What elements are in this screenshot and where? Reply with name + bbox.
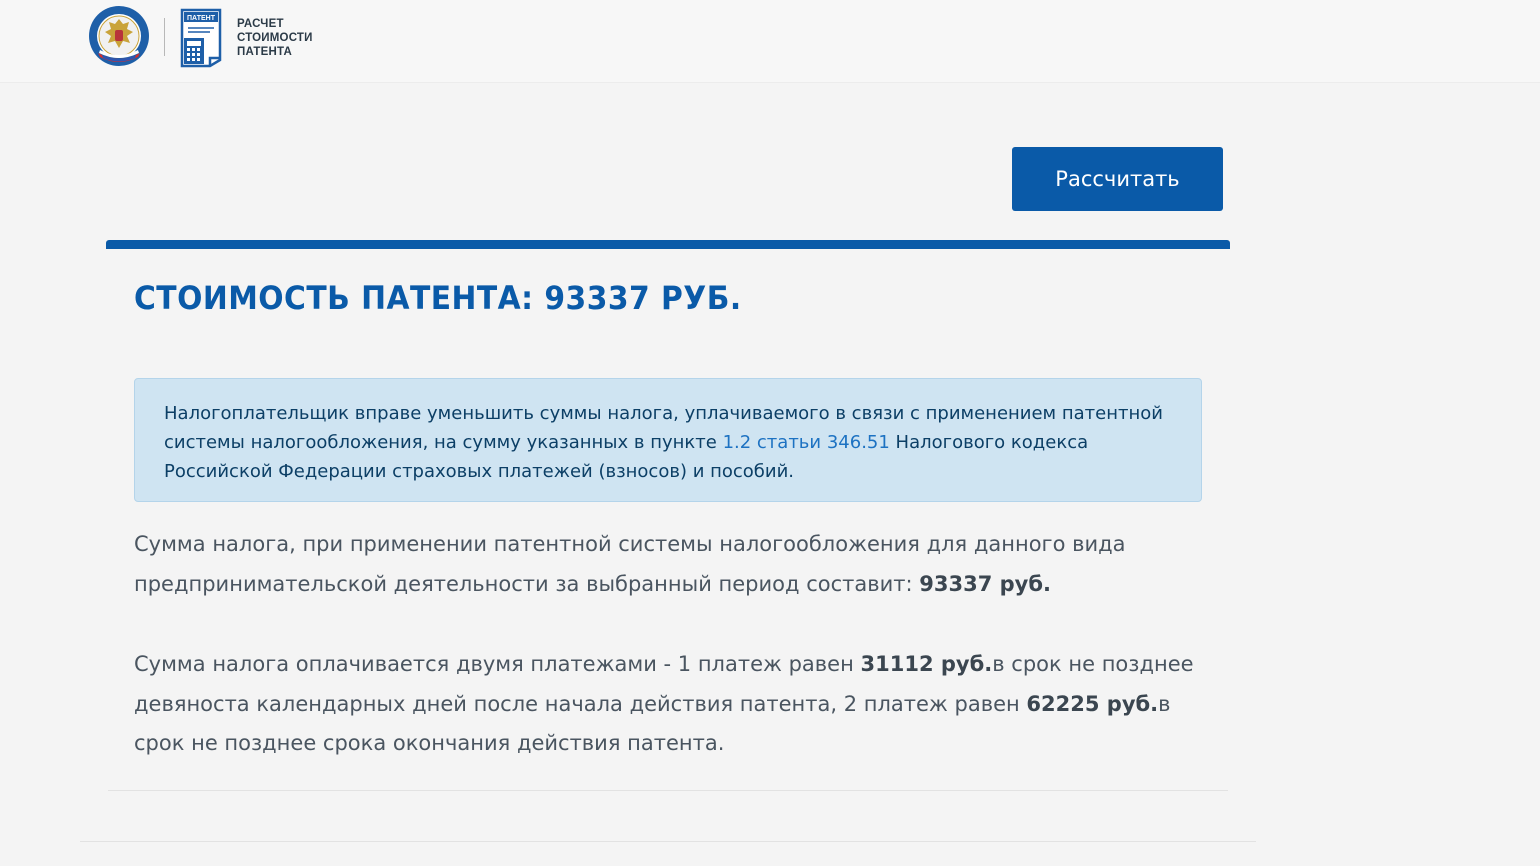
logo-divider bbox=[164, 18, 165, 56]
logo-text-line: РАСЧЕТ bbox=[237, 18, 284, 30]
logo-title[interactable]: РАСЧЕТ СТОИМОСТИ ПАТЕНТА bbox=[237, 17, 313, 59]
result-title: СТОИМОСТЬ ПАТЕНТА: 93337 РУБ. bbox=[134, 279, 742, 317]
payment-2-amount: 62225 руб. bbox=[1026, 691, 1159, 716]
tax-sum-paragraph: Сумма налога, при применении патентной с… bbox=[134, 525, 1214, 604]
tax-code-article-link[interactable]: 1.2 статьи 346.51 bbox=[723, 432, 890, 453]
payment-1-amount: 31112 руб. bbox=[860, 652, 993, 676]
patent-badge: ПАТЕНТ bbox=[187, 15, 216, 22]
logo-text-line: ПАТЕНТА bbox=[237, 46, 293, 58]
logo-text-line: СТОИМОСТИ bbox=[237, 32, 313, 44]
site-header: ПАТЕНТ РАСЧЕТ СТОИМОСТИ ПАТЕНТА bbox=[0, 0, 1540, 83]
content-divider bbox=[80, 841, 1256, 842]
fns-emblem-icon[interactable] bbox=[88, 5, 150, 67]
payment-schedule-paragraph: Сумма налога оплачивается двумя платежам… bbox=[134, 645, 1214, 764]
result-divider bbox=[108, 790, 1228, 791]
info-notice: Налогоплательщик вправе уменьшить суммы … bbox=[134, 378, 1202, 502]
result-top-bar bbox=[106, 240, 1230, 249]
tax-sum-amount: 93337 руб. bbox=[919, 571, 1051, 596]
calculate-button[interactable]: Рассчитать bbox=[1012, 147, 1223, 211]
payment-text: Сумма налога оплачивается двумя платежам… bbox=[134, 652, 861, 676]
patent-document-icon[interactable]: ПАТЕНТ bbox=[180, 8, 228, 68]
page: ПАТЕНТ РАСЧЕТ СТОИМОСТИ ПАТЕНТА Рассчита… bbox=[0, 0, 1540, 866]
